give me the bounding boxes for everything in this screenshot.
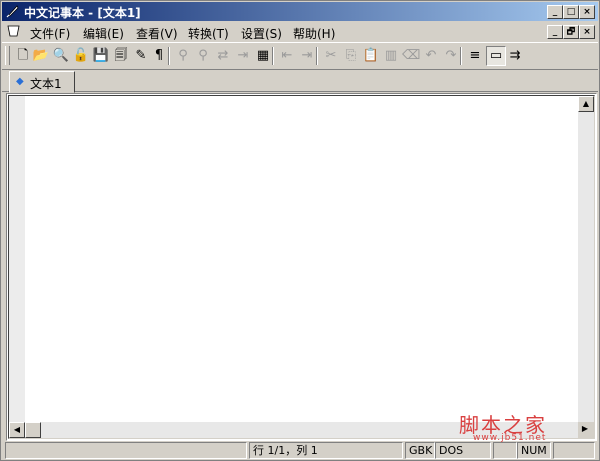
open-folder-button[interactable]: 📂: [32, 47, 50, 65]
convert-button[interactable]: ▦: [254, 47, 272, 65]
vertical-scrollbar[interactable]: ▲: [578, 96, 594, 422]
diamond-icon: ◆: [16, 76, 24, 87]
toolbar-separator: [168, 47, 170, 65]
status-num-lock: NUM: [517, 442, 551, 459]
maximize-button[interactable]: □: [563, 5, 579, 19]
wrench-icon: ✎: [135, 48, 147, 63]
menu-file[interactable]: 文件(F): [30, 25, 70, 42]
toolbar: 🗋 📂 🔍 🔓 💾 🗐 ✎ ¶ ⚲ ⚲ ⇄ ⇥ ▦ ⇤ ⇥ ✂ ⎘ 📋 ▥ ⌫ ↶ ↷ ≡ ▭ ⇉: [2, 42, 598, 70]
toolbar-grip[interactable]: [5, 46, 10, 65]
save-all-icon: 🗐: [114, 48, 128, 63]
goto-icon: ⇥: [237, 48, 249, 63]
find-icon: ⚲: [178, 48, 188, 63]
quill-icon: [6, 5, 19, 18]
open-folder-icon: 📂: [32, 48, 50, 63]
copy-button[interactable]: ⎘: [342, 47, 360, 65]
wrap-icon: ⇉: [509, 48, 521, 63]
mdi-restore-button[interactable]: 🗗: [563, 25, 579, 39]
find-next-icon: ⚲: [198, 48, 208, 63]
lock-button[interactable]: 🔓: [72, 47, 90, 65]
toolbar-separator: [460, 47, 462, 65]
window-title: 中文记事本 - [文本1]: [24, 6, 141, 20]
window-icon: ▭: [489, 48, 503, 63]
pilcrow-icon: ¶: [154, 48, 164, 63]
replace-button[interactable]: ⇄: [214, 47, 232, 65]
save-icon: 💾: [92, 48, 110, 63]
cut-icon: ✂: [325, 48, 337, 63]
text-editor[interactable]: [25, 96, 578, 422]
magnifier-icon: 🔍: [52, 48, 70, 63]
scroll-left-button[interactable]: ◀: [9, 422, 25, 438]
title-bar[interactable]: 中文记事本 - [文本1] _ □ ×: [2, 2, 598, 21]
indent-button[interactable]: ⇤: [278, 47, 296, 65]
column-icon: ▥: [384, 48, 398, 63]
new-document-button[interactable]: 🗋: [14, 47, 32, 65]
menu-settings[interactable]: 设置(S): [241, 25, 282, 42]
status-spare: [553, 442, 595, 459]
minimize-button[interactable]: _: [547, 5, 563, 19]
tab-document-1[interactable]: ◆ 文本1: [9, 71, 75, 93]
status-message: [5, 442, 247, 459]
main-window: 中文记事本 - [文本1] _ □ × 文件(F) 编辑(E) 查看(V) 转换…: [0, 0, 600, 461]
status-line-ending: DOS: [435, 442, 491, 459]
goto-button[interactable]: ⇥: [234, 47, 252, 65]
wrap-button[interactable]: ⇉: [506, 47, 524, 65]
delete-icon: ⌫: [402, 48, 421, 63]
indent-icon: ⇤: [281, 48, 293, 63]
paste-button[interactable]: 📋: [362, 47, 380, 65]
justify-icon: ≡: [469, 48, 481, 63]
paste-icon: 📋: [362, 48, 380, 63]
pilcrow-button[interactable]: ¶: [150, 47, 168, 65]
undo-icon: ↶: [425, 48, 437, 63]
editor-frame: ▲ ◀ ▶: [6, 93, 597, 441]
lock-icon: 🔓: [72, 48, 90, 63]
mdi-close-button[interactable]: ×: [579, 25, 595, 39]
horizontal-scroll-thumb[interactable]: [25, 422, 41, 438]
status-encoding: GBK: [405, 442, 435, 459]
menu-view[interactable]: 查看(V): [136, 25, 178, 42]
scroll-right-button[interactable]: ▶: [578, 422, 592, 436]
outdent-button[interactable]: ⇥: [298, 47, 316, 65]
justify-button[interactable]: ≡: [466, 47, 484, 65]
column-button[interactable]: ▥: [382, 47, 400, 65]
find-next-button[interactable]: ⚲: [194, 47, 212, 65]
outdent-icon: ⇥: [301, 48, 313, 63]
menu-edit[interactable]: 编辑(E): [83, 25, 124, 42]
mdi-minimize-button[interactable]: _: [547, 25, 563, 39]
close-button[interactable]: ×: [579, 5, 595, 19]
status-position: 行 1/1，列 1: [249, 442, 403, 459]
redo-button[interactable]: ↷: [442, 47, 460, 65]
menu-help[interactable]: 帮助(H): [293, 25, 335, 42]
window-button[interactable]: ▭: [486, 46, 506, 66]
magnifier-button[interactable]: 🔍: [52, 47, 70, 65]
delete-button[interactable]: ⌫: [402, 47, 420, 65]
status-extra: [493, 442, 517, 459]
tab-strip: ◆ 文本1: [2, 69, 598, 93]
copy-icon: ⎘: [345, 48, 357, 63]
find-button[interactable]: ⚲: [174, 47, 192, 65]
scroll-corner: ▶: [578, 422, 594, 438]
menu-bar: 文件(F) 编辑(E) 查看(V) 转换(T) 设置(S) 帮助(H) _ 🗗 …: [2, 22, 598, 41]
document-icon[interactable]: [6, 24, 22, 38]
replace-icon: ⇄: [217, 48, 229, 63]
convert-icon: ▦: [256, 48, 270, 63]
toolbar-separator: [272, 47, 274, 65]
toolbar-separator: [316, 47, 318, 65]
tab-label: 文本1: [30, 77, 62, 91]
new-document-icon: 🗋: [17, 48, 29, 63]
save-button[interactable]: 💾: [92, 47, 110, 65]
line-gutter: [9, 96, 25, 422]
menu-convert[interactable]: 转换(T): [188, 25, 229, 42]
wrench-button[interactable]: ✎: [132, 47, 150, 65]
redo-icon: ↷: [445, 48, 457, 63]
status-bar: 行 1/1，列 1 GBK DOS NUM: [2, 441, 598, 459]
undo-button[interactable]: ↶: [422, 47, 440, 65]
save-all-button[interactable]: 🗐: [112, 47, 130, 65]
scroll-up-button[interactable]: ▲: [578, 96, 594, 112]
cut-button[interactable]: ✂: [322, 47, 340, 65]
